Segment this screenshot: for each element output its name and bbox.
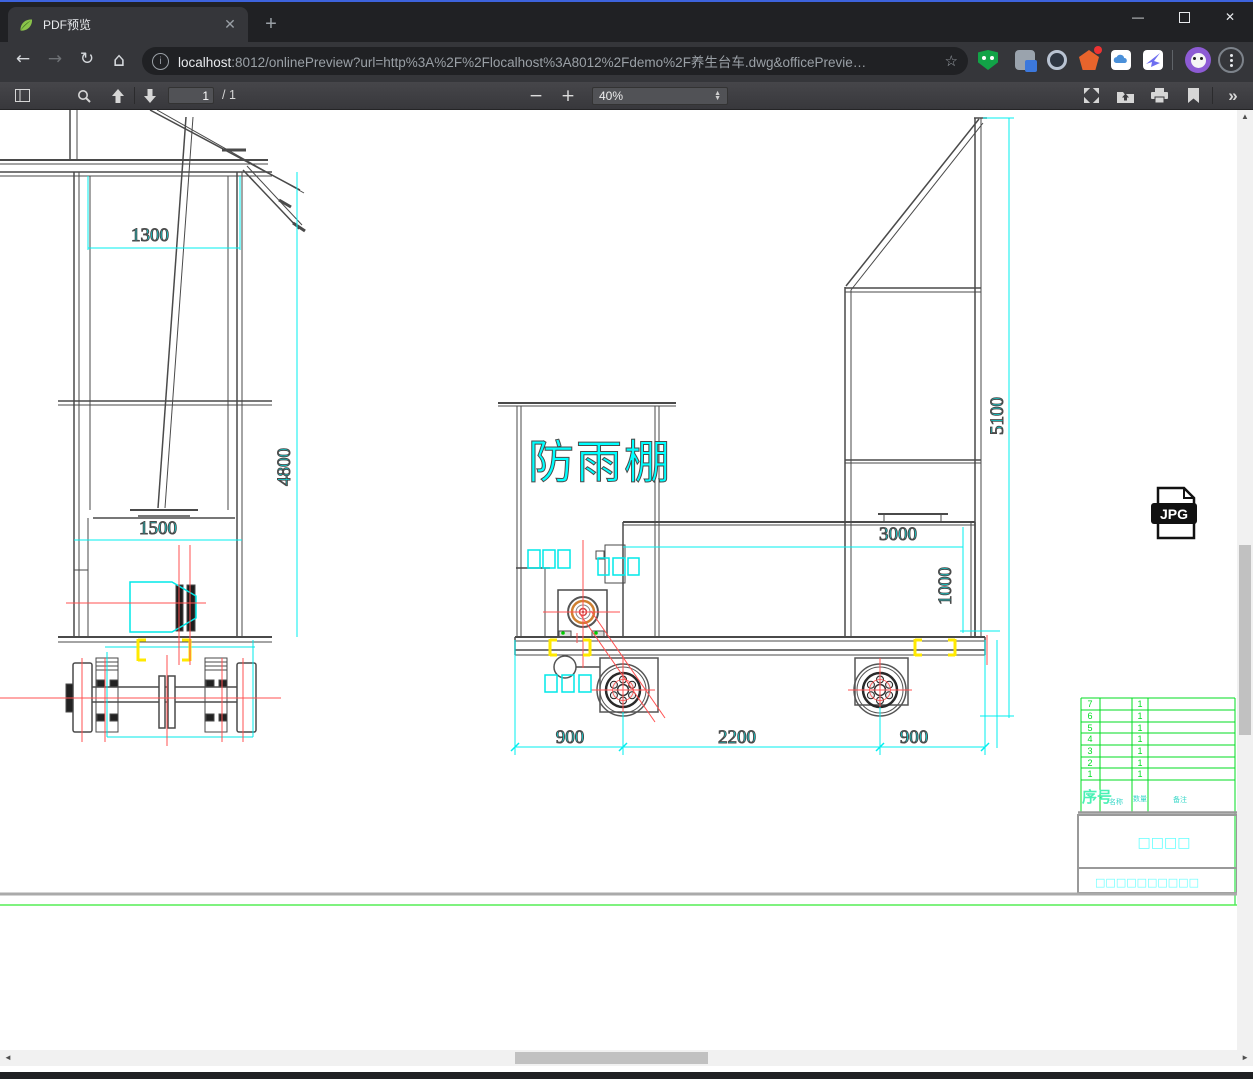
svg-text:5: 5	[1087, 723, 1092, 733]
browser-menu-icon[interactable]	[1218, 47, 1244, 73]
browser-tab[interactable]: PDF预览 ✕	[8, 7, 248, 42]
svg-text:1: 1	[1087, 769, 1092, 779]
window-close-button[interactable]: ✕	[1207, 2, 1253, 32]
dim-1500: 1500	[139, 518, 177, 539]
left-view	[0, 110, 306, 733]
browser-titlebar: PDF预览 ✕ + — ✕	[0, 0, 1253, 42]
vertical-scrollbar[interactable]: ▲	[1237, 110, 1253, 1050]
dim-4800: 4800	[274, 448, 295, 486]
right-view	[844, 117, 987, 637]
page-number-input[interactable]	[168, 87, 214, 104]
svg-text:3: 3	[1087, 746, 1092, 756]
cloud-icon	[1113, 54, 1127, 63]
svg-text:1: 1	[1137, 699, 1142, 709]
profile-avatar[interactable]	[1185, 47, 1211, 73]
window-minimize-button[interactable]: —	[1115, 2, 1161, 32]
tab-title: PDF预览	[43, 18, 92, 32]
dim-900-right: 900	[900, 727, 929, 748]
back-icon[interactable]: ←	[10, 49, 36, 69]
canopy-label: 防雨棚	[528, 436, 672, 488]
url-path: :8012/onlinePreview?url=http%3A%2F%2Floc…	[231, 55, 867, 70]
dim-1000: 1000	[935, 567, 956, 605]
open-file-icon[interactable]	[1112, 82, 1138, 109]
svg-text:1: 1	[1137, 723, 1142, 733]
url-text[interactable]: localhost:8012/onlinePreview?url=http%3A…	[178, 51, 939, 71]
sheet-borders	[0, 892, 1237, 906]
next-page-icon[interactable]	[138, 82, 162, 109]
svg-text:1: 1	[1137, 734, 1142, 744]
dim-900-left: 900	[556, 727, 585, 748]
middle-view-highlights	[548, 638, 957, 657]
zoom-in-icon[interactable]: +	[556, 82, 580, 109]
previous-page-icon[interactable]	[106, 82, 130, 109]
home-icon[interactable]: ⌂	[106, 49, 132, 71]
title-block-rows: 71 61 51 41 31 21 11 序号 名称 数量 备注	[1082, 699, 1187, 806]
url-host: localhost	[178, 55, 232, 70]
jpg-badge-text: JPG	[1160, 506, 1188, 522]
svg-text:4: 4	[1087, 734, 1092, 744]
zoom-out-icon[interactable]: −	[524, 82, 548, 109]
bird-icon	[1146, 53, 1160, 67]
leaf-favicon	[20, 18, 33, 31]
header-qty: 数量	[1133, 794, 1147, 803]
svg-text:1: 1	[1137, 758, 1142, 768]
pdf-separator	[134, 87, 135, 104]
address-bar[interactable]: i localhost:8012/onlinePreview?url=http%…	[142, 47, 968, 75]
tab-close-icon[interactable]: ✕	[222, 16, 238, 33]
header-remark: 备注	[1173, 795, 1187, 804]
print-icon[interactable]	[1146, 82, 1172, 109]
svg-text:6: 6	[1087, 711, 1092, 721]
svg-text:1: 1	[1137, 711, 1142, 721]
presentation-mode-icon[interactable]	[1078, 82, 1104, 109]
zoom-level-value: 40%	[599, 89, 624, 103]
zoom-select[interactable]: 40% ▲ ▼	[592, 87, 728, 105]
horizontal-scrollbar[interactable]: ◄ ►	[0, 1050, 1253, 1066]
forward-icon[interactable]: →	[42, 49, 68, 69]
window-maximize-button[interactable]	[1161, 2, 1207, 32]
scroll-left-icon[interactable]: ◄	[4, 1053, 12, 1062]
window-accent-strip	[0, 0, 1253, 2]
dim-1300: 1300	[131, 225, 169, 246]
bookmark-star-icon[interactable]: ☆	[945, 52, 958, 70]
left-view-centerlines	[0, 545, 281, 746]
reload-icon[interactable]: ↻	[74, 49, 100, 69]
dim-3000: 3000	[879, 524, 917, 545]
cad-drawing: 1300 4800 1500 防雨棚 3000 1000 5100 900 22…	[0, 110, 1237, 906]
dark-sphere-extension-icon[interactable]	[1047, 50, 1067, 70]
svg-text:7: 7	[1087, 699, 1092, 709]
sidebar-toggle-icon[interactable]	[10, 82, 34, 109]
vertical-scrollbar-thumb[interactable]	[1239, 545, 1251, 735]
dim-2200: 2200	[718, 727, 756, 748]
header-name: 名称	[1109, 797, 1123, 806]
scroll-right-icon[interactable]: ►	[1241, 1053, 1249, 1062]
site-info-icon[interactable]: i	[152, 52, 169, 70]
svg-text:1: 1	[1137, 769, 1142, 779]
svg-text:1: 1	[1137, 746, 1142, 756]
header-no: 序号	[1082, 788, 1112, 806]
drawing-title-text: □□□□	[1138, 835, 1191, 851]
search-icon[interactable]	[72, 82, 96, 109]
more-tools-icon[interactable]: »	[1220, 82, 1246, 109]
page-count-label: / 1	[222, 88, 236, 102]
svg-text:2: 2	[1087, 758, 1092, 768]
jpg-file-icon[interactable]: JPG	[1151, 486, 1197, 540]
window-bottom-edge	[0, 1072, 1253, 1079]
select-spinner-icon: ▲ ▼	[714, 90, 721, 102]
extension-badge	[1094, 46, 1102, 54]
scroll-up-icon[interactable]: ▲	[1237, 112, 1253, 121]
dim-5100: 5100	[987, 397, 1008, 435]
translate-extension-icon[interactable]	[1015, 50, 1037, 72]
cloud-extension-icon[interactable]	[1111, 50, 1131, 70]
pdf-page-canvas: 1300 4800 1500 防雨棚 3000 1000 5100 900 22…	[0, 110, 1237, 1050]
toolbar-separator	[1172, 50, 1173, 70]
pdf-separator-2	[1212, 87, 1213, 104]
drawing-subtitle-text: □□□□□□□□□□	[1095, 876, 1199, 889]
new-tab-button[interactable]: +	[257, 10, 285, 38]
bird-extension-icon[interactable]	[1143, 50, 1163, 70]
bookmark-icon[interactable]	[1180, 82, 1206, 109]
horizontal-scrollbar-thumb[interactable]	[515, 1052, 708, 1064]
